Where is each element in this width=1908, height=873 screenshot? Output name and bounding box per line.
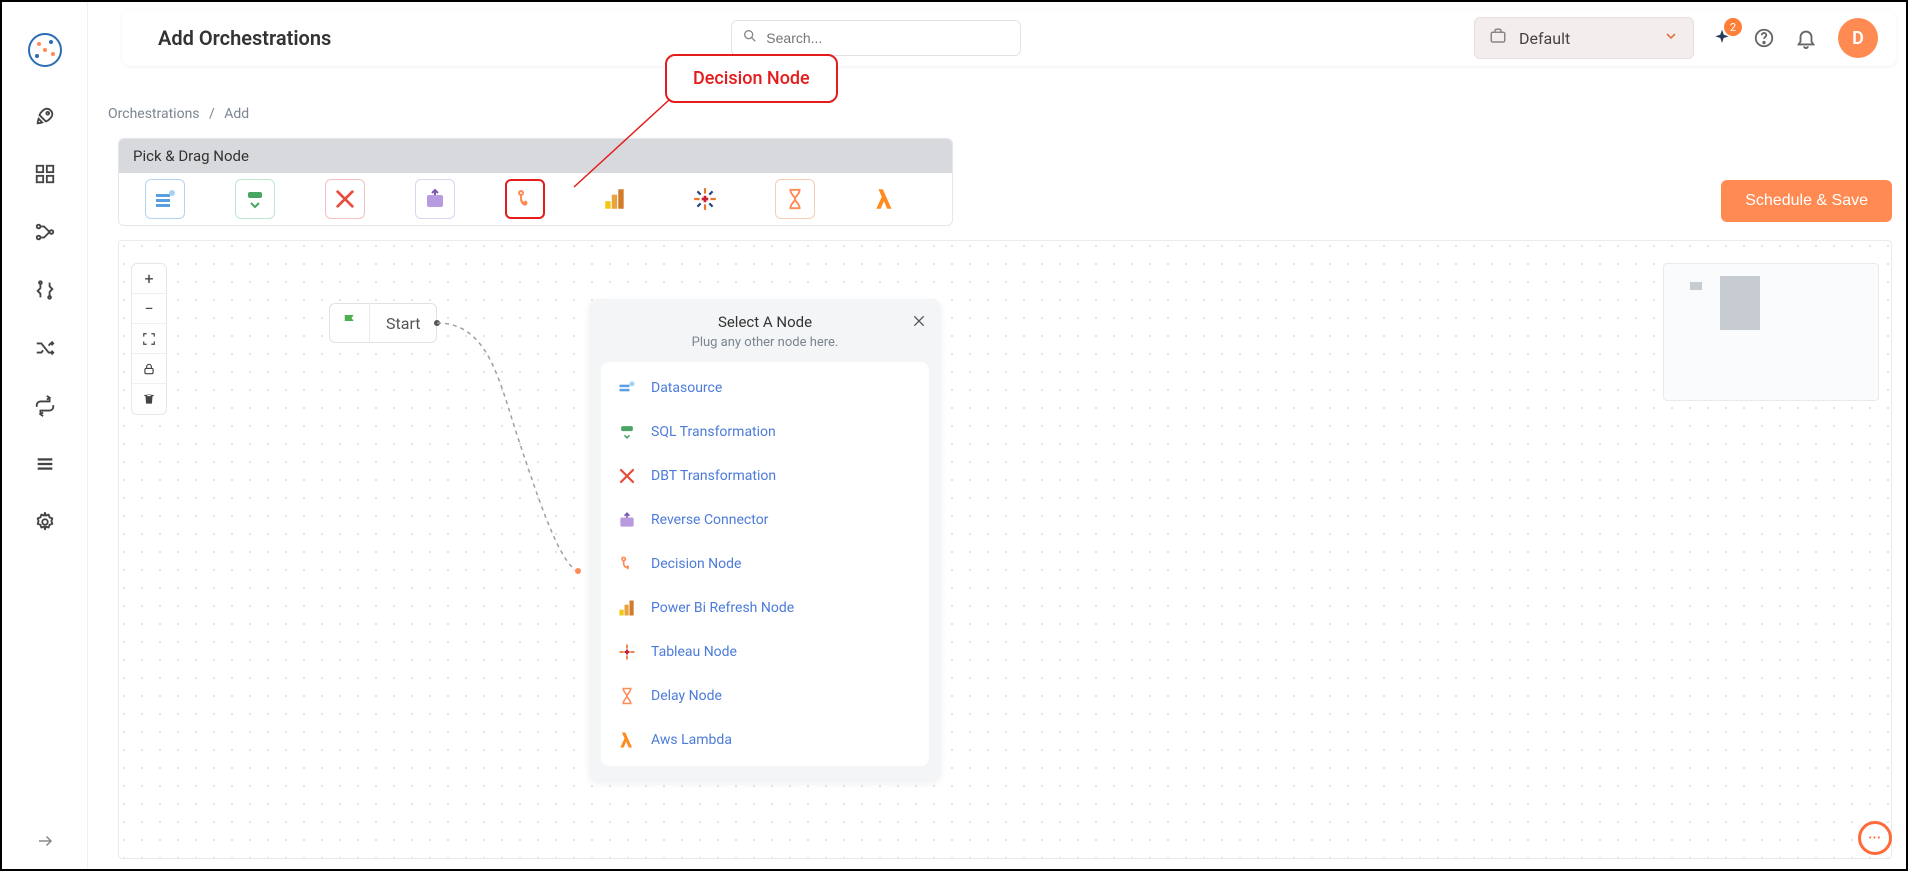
breadcrumb: Orchestrations / Add [108,106,249,122]
page-title: Add Orchestrations [140,26,331,50]
rocket-icon[interactable] [33,104,57,128]
workspace-dropdown[interactable]: Default [1474,17,1694,59]
tool-dbt[interactable] [325,179,365,219]
user-avatar[interactable]: D [1838,18,1878,58]
start-node[interactable]: Start [329,303,437,343]
node-toolbar: Pick & Drag Node [118,138,953,226]
app-logo-icon [25,30,65,70]
option-tableau[interactable]: Tableau Node [601,630,929,674]
option-label: Decision Node [651,556,741,572]
transform-icon[interactable] [33,278,57,302]
close-button[interactable] [911,313,927,333]
bell-button[interactable] [1792,24,1820,52]
edge-endpoint-icon [574,567,582,575]
option-powerbi[interactable]: Power Bi Refresh Node [601,586,929,630]
chat-fab[interactable]: ••• [1858,821,1892,855]
popover-title: Select A Node [601,313,929,331]
list-icon[interactable] [33,452,57,476]
workspace-label: Default [1519,29,1570,48]
powerbi-icon [615,596,639,620]
tool-reverse-connector[interactable] [415,179,455,219]
minimap-node [1720,276,1760,330]
option-label: Aws Lambda [651,732,732,748]
option-label: Delay Node [651,688,722,704]
datasource-icon [615,376,639,400]
option-datasource[interactable]: Datasource [601,366,929,410]
tool-powerbi[interactable] [595,179,635,219]
start-node-label: Start [370,314,436,333]
flag-icon [341,312,359,334]
breadcrumb-root[interactable]: Orchestrations [108,106,200,122]
option-label: DBT Transformation [651,468,776,484]
reverse-connector-icon [615,508,639,532]
option-reverse[interactable]: Reverse Connector [601,498,929,542]
zoom-controls: + − [131,263,167,415]
option-label: SQL Transformation [651,424,776,440]
toolbar-body [119,173,952,225]
annotation-callout: Decision Node [665,54,838,103]
zoom-in-button[interactable]: + [132,264,166,294]
option-label: Power Bi Refresh Node [651,600,794,616]
lock-button[interactable] [132,354,166,384]
minimap[interactable] [1663,263,1879,401]
loop-icon[interactable] [33,394,57,418]
left-rail [2,2,88,869]
briefcase-icon [1489,27,1507,49]
tool-lambda[interactable] [865,179,905,219]
tool-tableau[interactable] [685,179,725,219]
sql-icon [615,420,639,444]
toolbar-title: Pick & Drag Node [119,139,952,173]
tool-decision-node[interactable] [505,179,545,219]
option-delay[interactable]: Delay Node [601,674,929,718]
option-sql[interactable]: SQL Transformation [601,410,929,454]
chevron-down-icon [1663,28,1679,48]
top-header: Add Orchestrations Default 2 D [122,10,1896,66]
dashboard-icon[interactable] [33,162,57,186]
breadcrumb-current: Add [224,106,249,122]
option-lambda[interactable]: Aws Lambda [601,718,929,762]
breadcrumb-separator: / [203,106,221,122]
node-option-list: Datasource SQL Transformation DBT Transf… [601,362,929,766]
ai-sparkle-button[interactable]: 2 [1708,24,1736,52]
lambda-icon [615,728,639,752]
search-input[interactable] [766,30,1010,46]
zoom-out-button[interactable]: − [132,294,166,324]
fit-screen-button[interactable] [132,324,166,354]
tableau-icon [615,640,639,664]
option-label: Tableau Node [651,644,737,660]
notification-badge: 2 [1724,18,1742,36]
collapse-icon[interactable] [33,829,57,853]
tool-datasource[interactable] [145,179,185,219]
option-dbt[interactable]: DBT Transformation [601,454,929,498]
delay-icon [615,684,639,708]
pipeline-icon[interactable] [33,220,57,244]
global-search[interactable] [731,20,1021,56]
schedule-save-button[interactable]: Schedule & Save [1721,180,1892,222]
tool-sql[interactable] [235,179,275,219]
popover-subtitle: Plug any other node here. [601,335,929,350]
random-icon[interactable] [33,336,57,360]
dbt-icon [615,464,639,488]
node-select-popover: Select A Node Plug any other node here. … [589,299,941,782]
flow-canvas[interactable]: + − Start Select A Node Plug any other n… [118,240,1892,859]
tool-delay[interactable] [775,179,815,219]
option-label: Reverse Connector [651,512,768,528]
minimap-node [1690,282,1702,290]
option-decision[interactable]: Decision Node [601,542,929,586]
search-icon [742,28,758,48]
option-label: Datasource [651,380,722,396]
settings-icon[interactable] [33,510,57,534]
decision-icon [615,552,639,576]
delete-button[interactable] [132,384,166,414]
chat-dots-icon: ••• [1868,833,1881,844]
start-node-port[interactable] [434,320,440,326]
help-button[interactable] [1750,24,1778,52]
